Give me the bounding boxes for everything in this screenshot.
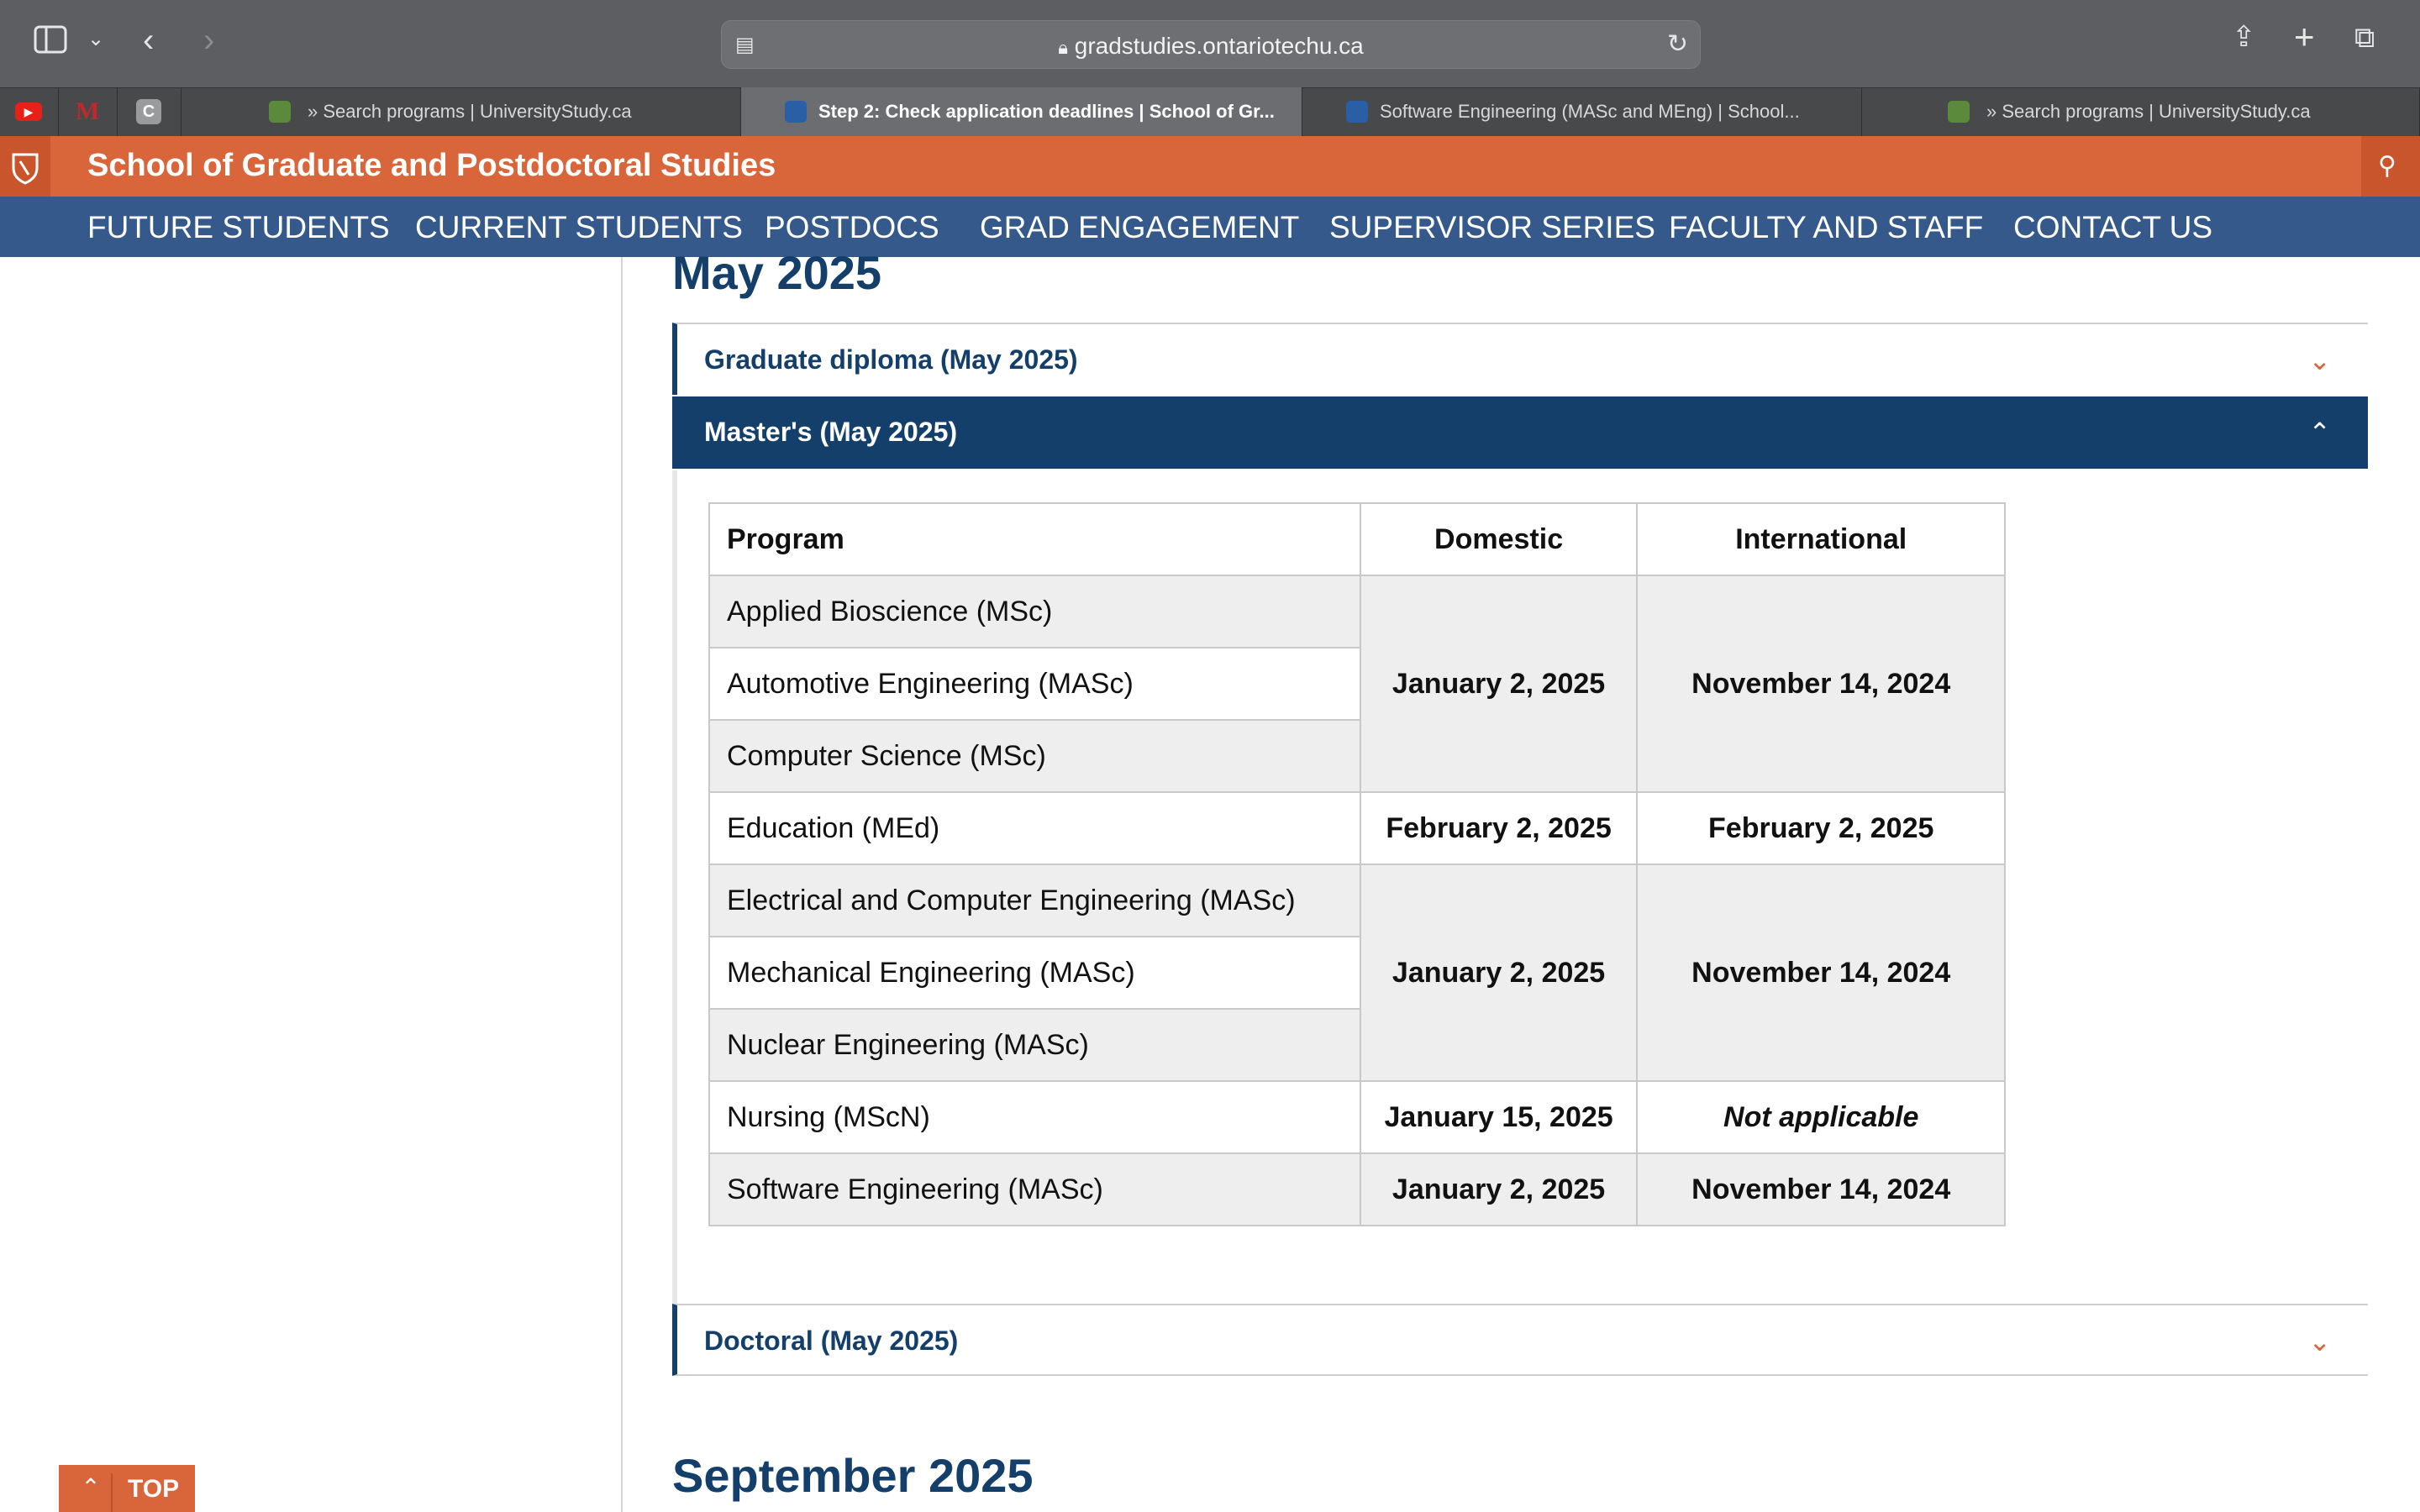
program-cell: Applied Bioscience (MSc): [708, 575, 1361, 648]
tab-software-engineering[interactable]: Software Engineering (MASc and MEng) | S…: [1302, 87, 1862, 136]
site-title[interactable]: School of Graduate and Postdoctoral Stud…: [87, 148, 776, 184]
domestic-deadline: February 2, 2025: [1359, 791, 1639, 865]
next-month-heading: September 2025: [672, 1449, 1034, 1502]
nav-current-students[interactable]: CURRENT STUDENTS: [415, 210, 743, 245]
table-header-row: Program Domestic International: [708, 502, 2006, 576]
chevron-down-icon[interactable]: ⌄: [87, 27, 104, 51]
accordion-masters[interactable]: Master's (May 2025) ⌃: [672, 396, 2368, 469]
accordion-title: Doctoral (May 2025): [704, 1326, 959, 1356]
program-cell: Nuclear Engineering (MASc): [708, 1008, 1361, 1082]
international-deadline: Not applicable: [1636, 1080, 2006, 1154]
table-row: Nursing (MScN) January 15, 2025 Not appl…: [708, 1080, 2006, 1154]
top-label: TOP: [128, 1475, 180, 1503]
university-logo-icon[interactable]: [0, 136, 50, 197]
back-to-top-button[interactable]: ⌃ TOP: [59, 1465, 195, 1512]
table-row: Education (MEd) February 2, 2025 Februar…: [708, 791, 2006, 865]
table-row: Software Engineering (MASc) January 2, 2…: [708, 1152, 2006, 1226]
chevron-right-icon[interactable]: ›: [203, 22, 214, 60]
month-heading: May 2025: [672, 246, 882, 299]
program-cell: Computer Science (MSc): [708, 719, 1361, 793]
chevron-down-icon: ⌄: [2308, 345, 2331, 375]
international-deadline: November 14, 2024: [1636, 864, 2006, 1082]
chevron-left-icon[interactable]: ‹: [143, 22, 154, 60]
table-row: Electrical and Computer Engineering (MAS…: [708, 864, 2006, 1082]
chevron-up-icon: ⌃: [2308, 417, 2331, 448]
m-icon: M: [76, 97, 100, 125]
url-text: gradstudies.ontariotechu.ca: [1074, 33, 1364, 59]
nav-postdocs[interactable]: POSTDOCS: [765, 210, 939, 245]
deadlines-table: Program Domestic International Applied B…: [708, 502, 2006, 1226]
domestic-deadline: January 15, 2025: [1359, 1080, 1639, 1154]
program-cell: Automotive Engineering (MASc): [708, 647, 1361, 721]
tabs-icon[interactable]: ⧉: [2354, 22, 2375, 55]
table-row: Applied Bioscience (MSc) January 2, 2025…: [708, 575, 2006, 793]
program-cell: Mechanical Engineering (MASc): [708, 936, 1361, 1010]
accordion-doctoral[interactable]: Doctoral (May 2025) ⌄: [672, 1304, 2368, 1376]
program-cell: Software Engineering (MASc): [708, 1152, 1361, 1226]
tab-universitystudy-2[interactable]: » Search programs | UniversityStudy.ca: [1862, 87, 2420, 136]
tab-application-deadlines[interactable]: Step 2: Check application deadlines | Sc…: [741, 87, 1302, 136]
sidebar-divider: [621, 257, 623, 1512]
site-search-button[interactable]: ⚲: [2361, 136, 2420, 197]
international-deadline: November 14, 2024: [1636, 575, 2006, 793]
column-header-program: Program: [708, 502, 1361, 576]
pinned-tab-c[interactable]: C: [118, 87, 182, 136]
nav-grad-engagement[interactable]: GRAD ENGAGEMENT: [980, 210, 1299, 245]
site-header: School of Graduate and Postdoctoral Stud…: [0, 136, 2420, 197]
lock-icon: 🔒︎: [1058, 37, 1068, 58]
browser-toolbar: ⌄ ‹ › ▤ 🔒︎ gradstudies.ontariotechu.ca ↻…: [0, 0, 2420, 87]
search-icon: ⚲: [2378, 152, 2396, 180]
nav-faculty-and-staff[interactable]: FACULTY AND STAFF: [1669, 210, 1983, 245]
column-header-international: International: [1636, 502, 2006, 576]
share-icon[interactable]: ⇪: [2232, 20, 2256, 54]
pinned-tab-m[interactable]: M: [59, 87, 118, 136]
shield-logo-icon: [785, 101, 807, 123]
accordion-graduate-diploma[interactable]: Graduate diploma (May 2025) ⌄: [672, 323, 2368, 395]
chevron-down-icon: ⌄: [2308, 1326, 2331, 1357]
program-cell: Nursing (MScN): [708, 1080, 1361, 1154]
program-cell: Electrical and Computer Engineering (MAS…: [708, 864, 1361, 937]
international-deadline: November 14, 2024: [1636, 1152, 2006, 1226]
main-nav: FUTURE STUDENTS CURRENT STUDENTS POSTDOC…: [0, 197, 2420, 257]
domestic-deadline: January 2, 2025: [1359, 864, 1639, 1082]
nav-contact-us[interactable]: CONTACT US: [2013, 210, 2212, 245]
tab-universitystudy-1[interactable]: » Search programs | UniversityStudy.ca: [182, 87, 741, 136]
address-bar[interactable]: ▤ 🔒︎ gradstudies.ontariotechu.ca ↻: [721, 20, 1701, 69]
international-deadline: February 2, 2025: [1636, 791, 2006, 865]
graduation-cap-icon: [269, 101, 291, 123]
pinned-tab-youtube[interactable]: ▶: [0, 87, 59, 136]
nav-future-students[interactable]: FUTURE STUDENTS: [87, 210, 390, 245]
program-cell: Education (MEd): [708, 791, 1361, 865]
domestic-deadline: January 2, 2025: [1359, 1152, 1639, 1226]
shield-logo-icon: [1346, 101, 1368, 123]
plus-icon[interactable]: +: [2294, 17, 2315, 57]
graduation-cap-icon: [1948, 101, 1970, 123]
reload-icon[interactable]: ↻: [1667, 29, 1688, 59]
nav-supervisor-series[interactable]: SUPERVISOR SERIES: [1329, 210, 1655, 245]
chevron-up-icon: ⌃: [71, 1473, 113, 1512]
column-header-domestic: Domestic: [1359, 502, 1639, 576]
sidebar-icon[interactable]: [34, 25, 67, 54]
accordion-title: Graduate diploma (May 2025): [704, 344, 1078, 375]
youtube-icon: ▶: [15, 102, 42, 121]
c-icon: C: [136, 99, 161, 124]
domestic-deadline: January 2, 2025: [1359, 575, 1639, 793]
accordion-title: Master's (May 2025): [704, 417, 958, 447]
